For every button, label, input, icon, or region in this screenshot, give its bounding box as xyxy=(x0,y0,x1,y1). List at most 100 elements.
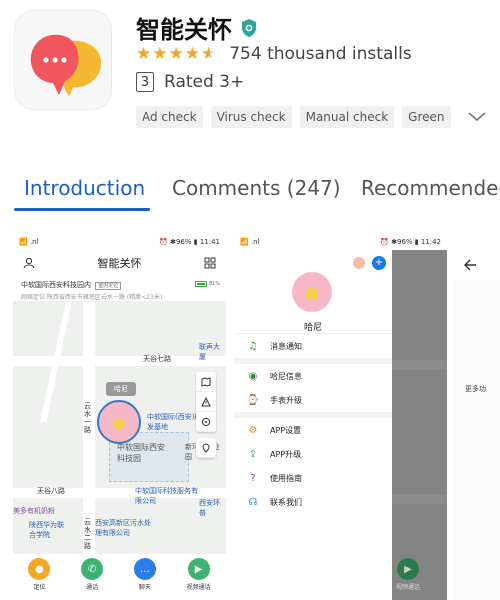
map-locate-button[interactable] xyxy=(196,438,216,458)
more-functions-label: 更多功 xyxy=(465,385,486,393)
mini-avatar[interactable] xyxy=(352,256,366,270)
help-icon: ? xyxy=(250,472,256,484)
tab-recommended[interactable]: Recommended xyxy=(361,176,500,200)
call-action[interactable]: ✆ 通话 xyxy=(81,558,104,591)
map-label-road-2: 天谷八路 xyxy=(37,487,65,495)
device-location-marker[interactable] xyxy=(97,400,141,444)
age-rating-row: 3 Rated 3+ xyxy=(136,72,244,92)
headset-icon: ☊ xyxy=(248,496,258,508)
status-right: ⏰ ✱96% ▮ 11:42 xyxy=(380,238,441,246)
add-device-button[interactable]: + xyxy=(372,256,386,270)
phone-title-bar: 智能关怀 xyxy=(13,250,226,276)
phone-title-bar xyxy=(455,250,500,280)
info-icon: ◉ xyxy=(248,370,258,382)
battery-level: 81% xyxy=(208,281,220,287)
back-arrow-icon[interactable] xyxy=(463,259,477,271)
battery-indicator: 81% xyxy=(194,281,220,287)
video-call-action[interactable]: ▶ 视频通话 xyxy=(396,558,420,591)
expand-badges-button[interactable] xyxy=(459,106,487,128)
screenshot-2[interactable]: 📶 .nl ⏰ ✱96% ▮ 11:42 + 哈尼 ♫ 消息通知 ◉ 哈尼信息 … xyxy=(234,234,447,600)
video-call-label: 视频通话 xyxy=(186,584,211,591)
phone-status-bar: 📶 .nl ⏰ ✱96% ▮ 11:41 xyxy=(13,234,226,250)
chat-action[interactable]: … 聊天 xyxy=(133,558,156,591)
status-right: ⏰ ✱96% ▮ 11:41 xyxy=(159,238,220,246)
map-layer-button[interactable] xyxy=(196,372,216,392)
chevron-down-icon xyxy=(467,112,486,122)
tab-comments[interactable]: Comments (247) xyxy=(172,176,341,200)
call-label: 通话 xyxy=(86,584,99,591)
marker-name-tag: 哈尼 xyxy=(106,382,136,396)
map-label-poi-4: 中软国际科技服务有限公司 xyxy=(135,487,198,505)
person-icon xyxy=(23,257,35,269)
drawer-overlay[interactable] xyxy=(392,250,447,600)
badge-green: Green xyxy=(402,106,451,128)
upgrade-icon: ⌚ xyxy=(246,394,260,406)
map-icon xyxy=(201,376,211,387)
map-road xyxy=(13,356,226,366)
map-warning-button[interactable] xyxy=(196,392,216,412)
screenshot-1[interactable]: 📶 .nl ⏰ ✱96% ▮ 11:41 智能关怀 中软国际西安科技园内 室内定… xyxy=(13,234,226,600)
location-badge: 室内定位 xyxy=(95,282,122,290)
menu-item-guide[interactable]: ? 使用指南 xyxy=(234,466,392,490)
badge-manual-check: Manual check xyxy=(299,106,395,128)
map-label-poi-6: 陕西华为联合学院 xyxy=(29,521,64,539)
menu-label: 联系我们 xyxy=(270,497,302,507)
detail-tabs: Introduction Comments (247) Recommended xyxy=(0,172,500,216)
map-view[interactable]: 天谷七路 天谷八路 云水一路 云水二路 中软国际西安科技园 中软国际(西安)研发… xyxy=(13,302,226,572)
video-call-label: 视频通话 xyxy=(396,584,421,591)
location-bar: 中软国际西安科技园内 室内定位 网络定位 陕西省西安市雁塔区云水一路 (精度<2… xyxy=(13,276,226,302)
locate-label: 定位 xyxy=(33,584,46,591)
menu-item-contact[interactable]: ☊ 联系我们 xyxy=(234,490,392,514)
app-title-row: 智能关怀 xyxy=(136,10,258,45)
phone-status-bar: 📶 .nl ⏰ ✱96% ▮ 11:42 xyxy=(234,234,447,250)
active-tab-indicator xyxy=(14,208,150,211)
phone-status-bar xyxy=(455,234,500,250)
rating-row: ★★★★★ 754 thousand installs xyxy=(136,44,412,64)
map-label-poi-1: 中软国际西安科技园 xyxy=(117,443,165,463)
gear-icon: ⚙ xyxy=(248,424,258,436)
menu-item-app-upgrade[interactable]: ⇪ APP升级 xyxy=(234,442,392,466)
chat-icon: … xyxy=(133,558,156,580)
menu-item-info[interactable]: ◉ 哈尼信息 xyxy=(234,364,392,388)
signal-indicator: 📶 .nl xyxy=(240,238,260,246)
menu-label: 手表升级 xyxy=(270,395,302,405)
battery-icon xyxy=(194,281,207,287)
app-upgrade-icon: ⇪ xyxy=(248,448,258,460)
menu-label: APP升级 xyxy=(270,449,302,459)
menu-label: 消息通知 xyxy=(270,341,302,351)
avatar[interactable] xyxy=(292,272,332,312)
video-icon: ▶ xyxy=(187,558,210,580)
map-fence-button[interactable] xyxy=(196,412,216,432)
screenshot-3[interactable]: 更多功 xyxy=(455,234,500,600)
video-call-action[interactable]: ▶ 视频通话 xyxy=(187,558,211,591)
drawer-header: + 哈尼 xyxy=(234,250,392,334)
installs-count: 754 thousand installs xyxy=(229,44,412,64)
badge-virus-check: Virus check xyxy=(210,106,292,128)
map-label-poi-8: 美多有机奶粉 xyxy=(13,507,55,515)
rating-stars: ★★★★★ xyxy=(136,44,217,64)
location-icon: ● xyxy=(28,558,51,580)
tab-introduction[interactable]: Introduction xyxy=(24,176,145,200)
verified-shield-icon xyxy=(242,18,256,37)
screenshot-carousel[interactable]: 📶 .nl ⏰ ✱96% ▮ 11:41 智能关怀 中软国际西安科技园内 室内定… xyxy=(0,234,500,600)
age-rating-icon: 3 xyxy=(136,72,154,92)
map-label-road-4: 云水二路 xyxy=(84,518,91,550)
grid-icon xyxy=(204,257,216,269)
menu-item-watch-upgrade[interactable]: ⌚ 手表升级 xyxy=(234,388,392,412)
map-label-poi-9: 西安环普 xyxy=(199,499,220,517)
app-name: 智能关怀 xyxy=(136,16,232,44)
menu-item-notifications[interactable]: ♫ 消息通知 xyxy=(234,334,392,358)
drawer-top-icons: + xyxy=(352,256,386,270)
map-label-road-3: 云水一路 xyxy=(84,402,91,434)
map-toolbar xyxy=(196,372,216,432)
bell-icon: ♫ xyxy=(248,340,258,352)
phone-icon: ✆ xyxy=(81,558,104,580)
app-icon xyxy=(14,10,112,110)
video-icon: ▶ xyxy=(397,558,419,580)
side-drawer: + 哈尼 ♫ 消息通知 ◉ 哈尼信息 ⌚ 手表升级 ⚙ APP设置 ⇪ APP升… xyxy=(234,250,392,600)
map-label-poi-7: 西安高新区污水处理有限公司 xyxy=(95,519,151,537)
menu-item-app-settings[interactable]: ⚙ APP设置 xyxy=(234,418,392,442)
menu-label: APP设置 xyxy=(270,425,302,435)
age-rating-label: Rated 3+ xyxy=(164,72,245,92)
locate-action[interactable]: ● 定位 xyxy=(28,558,51,591)
